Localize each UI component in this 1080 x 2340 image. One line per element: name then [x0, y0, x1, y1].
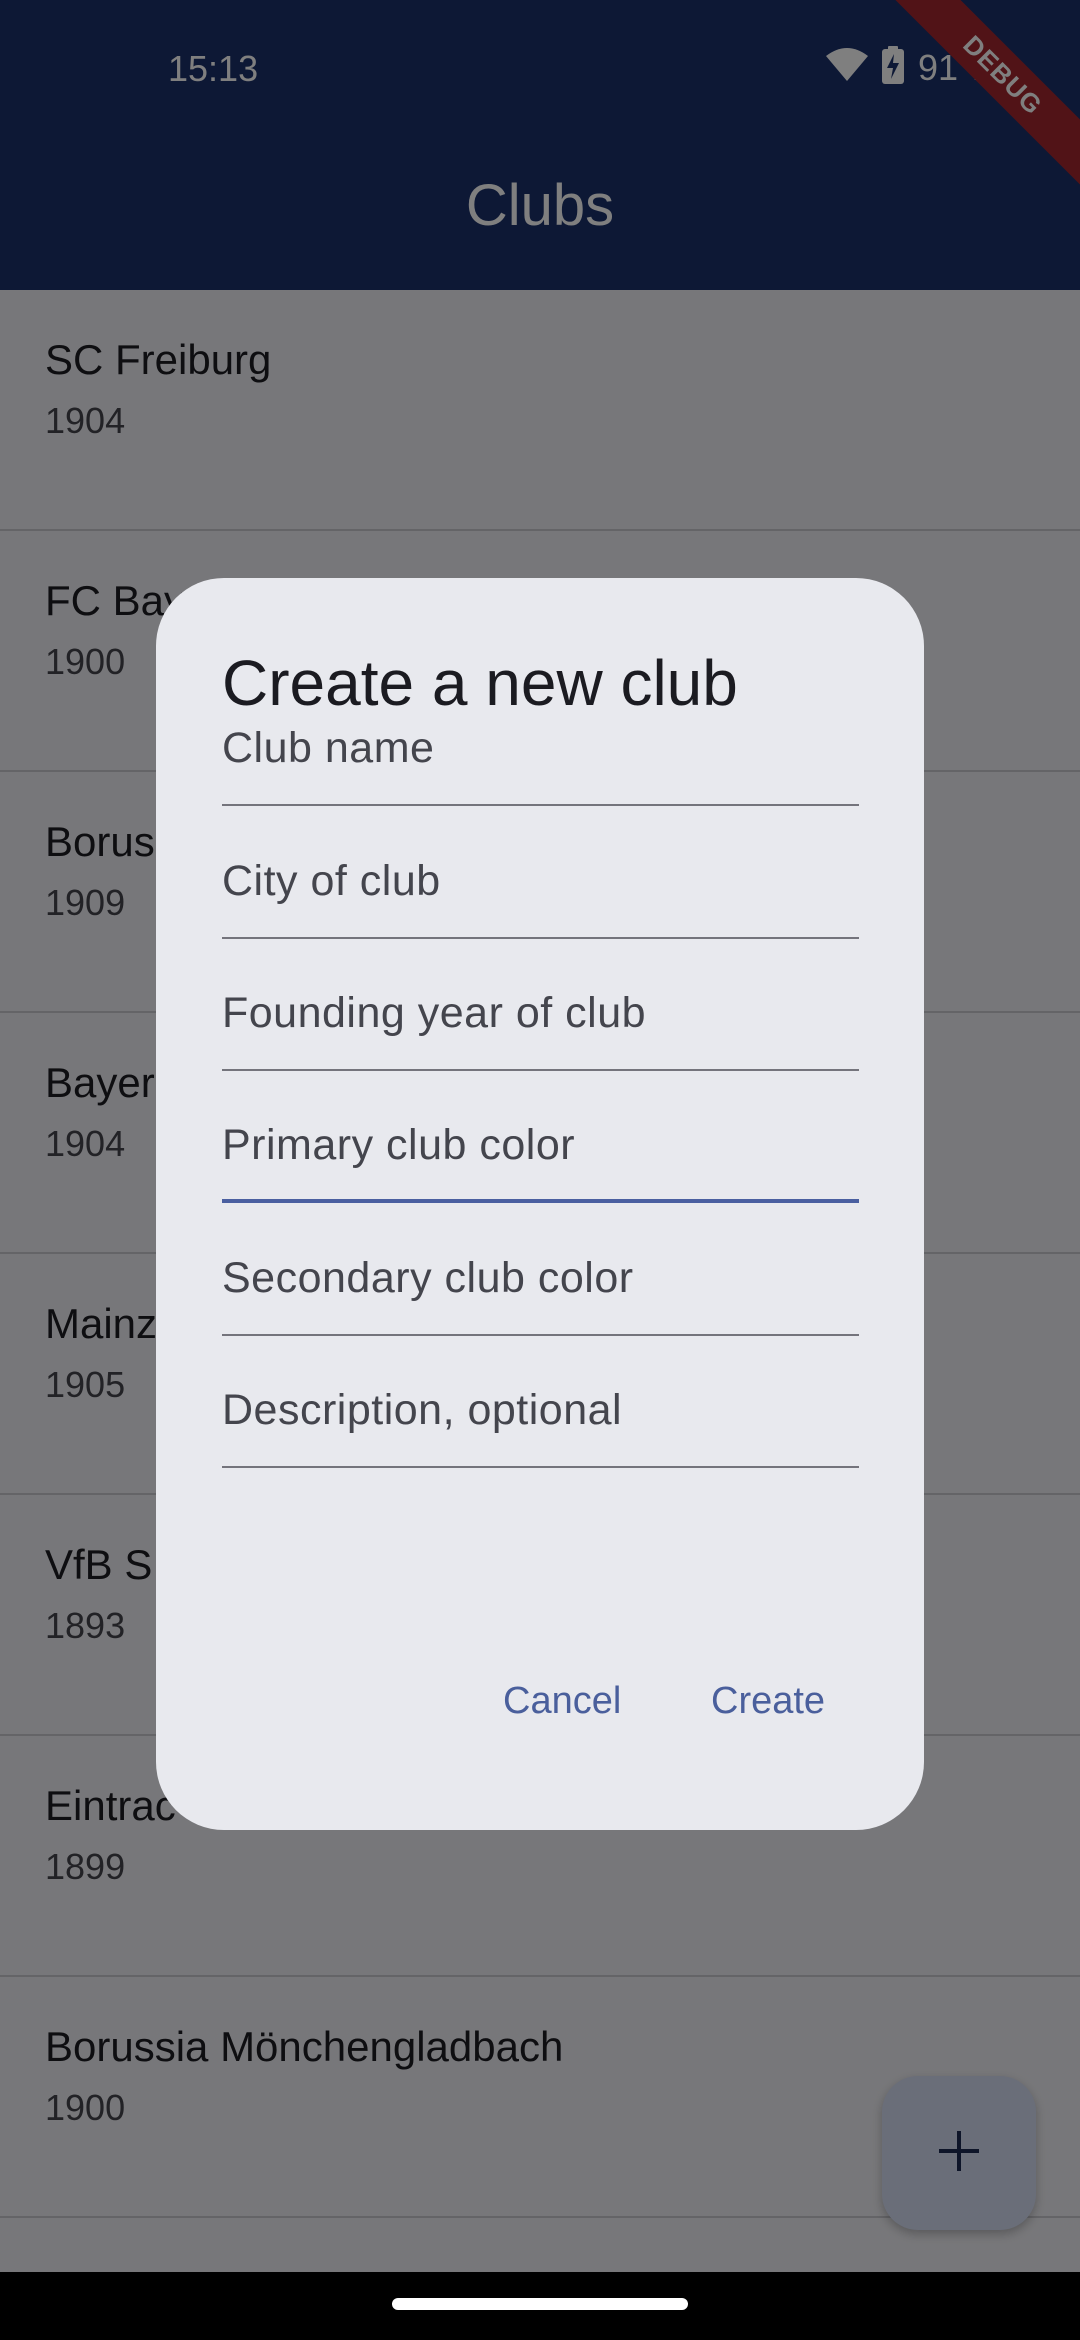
- founding-year-label: Founding year of club: [222, 989, 647, 1037]
- create-club-dialog: Create a new club Club name City of club…: [156, 578, 924, 1830]
- system-nav-bar: [0, 2272, 1080, 2340]
- description-label: Description, optional: [222, 1386, 623, 1434]
- city-label: City of club: [222, 857, 441, 905]
- description-field[interactable]: Description, optional: [222, 1368, 859, 1468]
- secondary-color-label: Secondary club color: [222, 1254, 634, 1302]
- secondary-color-field[interactable]: Secondary club color: [222, 1236, 859, 1336]
- create-button[interactable]: Create: [711, 1680, 825, 1723]
- primary-color-label: Primary club color: [222, 1121, 576, 1169]
- club-name-label: Club name: [222, 724, 435, 772]
- primary-color-field[interactable]: Primary club color: [222, 1103, 859, 1203]
- founding-year-field[interactable]: Founding year of club: [222, 971, 859, 1071]
- club-name-field[interactable]: Club name: [222, 706, 859, 806]
- cancel-button[interactable]: Cancel: [503, 1680, 621, 1723]
- home-handle[interactable]: [392, 2298, 688, 2310]
- city-field[interactable]: City of club: [222, 839, 859, 939]
